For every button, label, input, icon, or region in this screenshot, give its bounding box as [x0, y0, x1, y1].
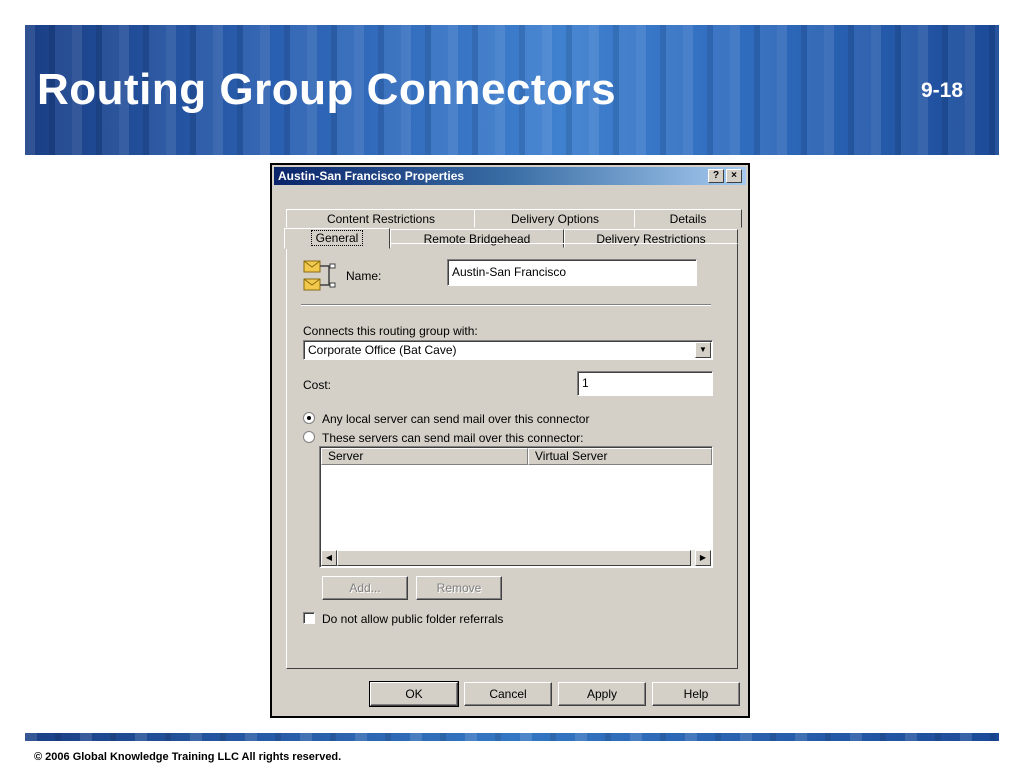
cost-label: Cost: [303, 378, 332, 392]
close-icon[interactable]: × [726, 169, 742, 183]
dialog-screenshot-frame: Austin-San Francisco Properties ? × Cont… [270, 163, 750, 718]
tab-label: General [310, 230, 364, 246]
radio-any-local-server[interactable] [303, 412, 315, 424]
chevron-down-icon[interactable]: ▼ [695, 342, 711, 358]
copyright-notice: © 2006 Global Knowledge Training LLC All… [34, 751, 342, 763]
slide-title: Routing Group Connectors [37, 65, 617, 114]
radio-any-label: Any local server can send mail over this… [322, 412, 590, 426]
remove-button[interactable]: Remove [416, 576, 502, 600]
scroll-right-icon[interactable]: ▶ [695, 550, 711, 566]
name-label: Name: [346, 269, 382, 283]
slide-number: 9-18 [920, 79, 963, 102]
footer-bar [25, 733, 999, 741]
name-field[interactable]: Austin-San Francisco [447, 259, 697, 286]
help-button[interactable]: Help [652, 682, 740, 706]
general-tab-panel: Name: Austin-San Francisco Connects this… [286, 243, 738, 669]
tab-details[interactable]: Details [634, 209, 742, 228]
connects-label: Connects this routing group with: [303, 324, 478, 338]
tab-general[interactable]: General [284, 228, 390, 249]
help-icon[interactable]: ? [708, 169, 724, 183]
public-folder-referrals-checkbox[interactable] [303, 612, 315, 624]
tab-label: Details [669, 212, 707, 226]
radio-these-label: These servers can send mail over this co… [322, 431, 584, 445]
properties-dialog: Austin-San Francisco Properties ? × Cont… [274, 167, 746, 714]
tab-delivery-options[interactable]: Delivery Options [474, 209, 636, 228]
radio-these-servers[interactable] [303, 431, 315, 443]
connects-selected-value: Corporate Office (Bat Cave) [308, 343, 457, 357]
connects-routing-group-select[interactable]: Corporate Office (Bat Cave) ▼ [303, 340, 713, 360]
add-button[interactable]: Add... [322, 576, 408, 600]
cost-field[interactable]: 1 [577, 371, 713, 396]
horizontal-scrollbar[interactable]: ◀ ▶ [321, 550, 711, 566]
tab-content-restrictions[interactable]: Content Restrictions [286, 209, 476, 228]
connector-envelopes-icon [303, 260, 336, 291]
scroll-left-icon[interactable]: ◀ [321, 550, 337, 566]
column-header-server[interactable]: Server [321, 448, 528, 465]
dialog-titlebar[interactable]: Austin-San Francisco Properties ? × [274, 167, 746, 185]
tab-label: Delivery Options [510, 212, 600, 226]
ok-button[interactable]: OK [369, 681, 459, 707]
servers-list[interactable]: Server Virtual Server ◀ ▶ [319, 446, 713, 568]
scroll-thumb[interactable] [337, 550, 691, 566]
divider [301, 304, 711, 306]
slide-header-banner: Routing Group Connectors 9-18 [25, 25, 999, 155]
cancel-button[interactable]: Cancel [464, 682, 552, 706]
dialog-title: Austin-San Francisco Properties [278, 169, 465, 183]
apply-button[interactable]: Apply [558, 682, 646, 706]
column-header-virtual-server[interactable]: Virtual Server [528, 448, 712, 465]
tab-label: Content Restrictions [326, 212, 436, 226]
checkbox-label: Do not allow public folder referrals [322, 612, 504, 626]
